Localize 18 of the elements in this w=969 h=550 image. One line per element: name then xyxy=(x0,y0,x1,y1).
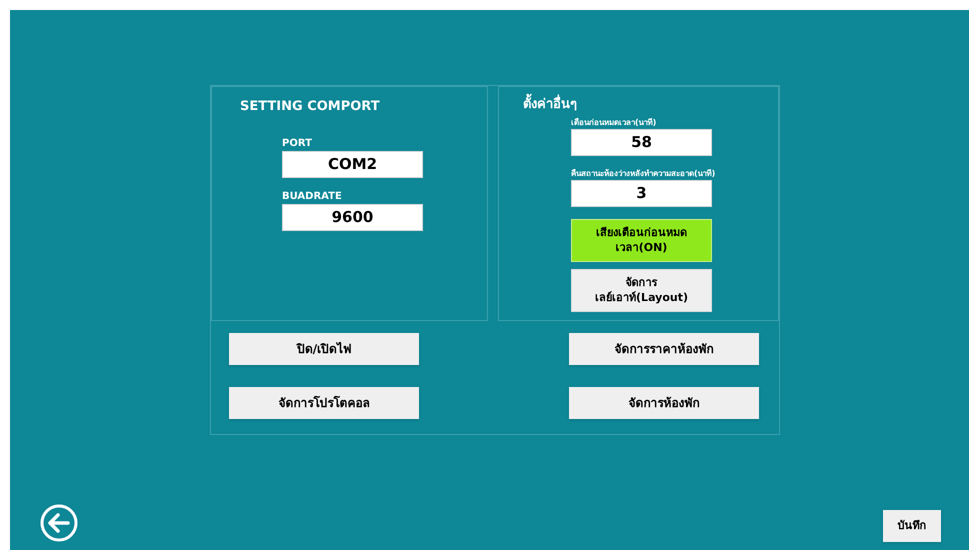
field-label: BUADRATE xyxy=(282,190,343,204)
back-icon[interactable] xyxy=(40,504,78,542)
input-field[interactable]: 9600 xyxy=(282,204,423,230)
layout-button[interactable]: จัดการเลย์เอาท์(Layout) xyxy=(571,268,712,312)
action-button[interactable]: จัดการห้องพัก xyxy=(569,387,759,419)
input-field[interactable]: COM2 xyxy=(282,150,423,178)
save-button[interactable]: บันทึก xyxy=(883,510,941,542)
field-label: คืนสถานะห้องว่างหลังทำความสะอาด(นาที) xyxy=(571,168,716,180)
field-label: เตือนก่อนหมดเวลา(นาที) xyxy=(571,116,658,128)
input-field[interactable]: 58 xyxy=(571,128,712,156)
panel-title: SETTING COMPORT xyxy=(240,98,381,116)
input-field[interactable]: 3 xyxy=(571,180,712,206)
field-label: PORT xyxy=(282,136,313,150)
action-button[interactable]: จัดการราคาห้องพัก xyxy=(569,333,759,365)
panel-title: ตั้งค่าอื่นๆ xyxy=(523,95,778,114)
action-button[interactable]: ปิด/เปิดไฟ xyxy=(229,333,419,365)
action-button[interactable]: จัดการโปรโตคอล xyxy=(229,387,419,419)
sound-alert-toggle[interactable]: เสียงเตือนก่อนหมดเวลา(ON) xyxy=(571,218,712,262)
